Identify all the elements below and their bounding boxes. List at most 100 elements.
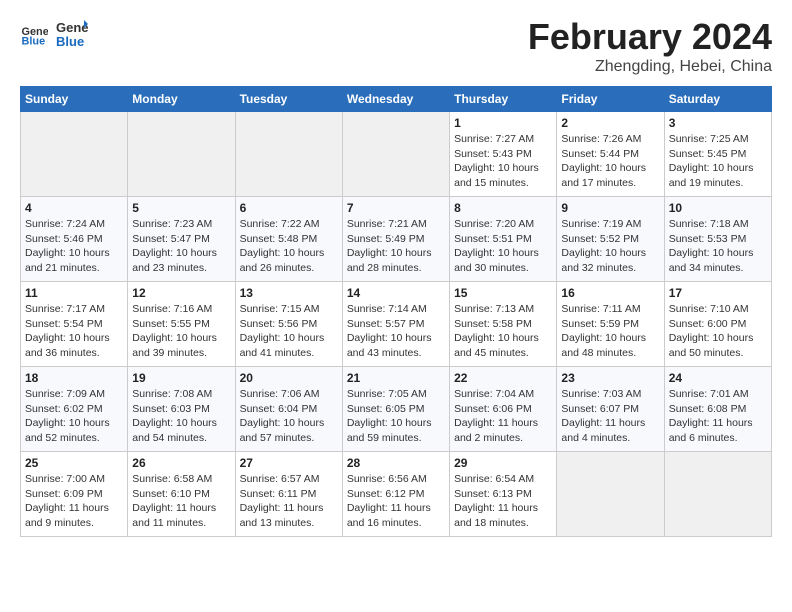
day-info: Sunrise: 7:24 AM Sunset: 5:46 PM Dayligh… [25,217,123,276]
day-info: Sunrise: 7:20 AM Sunset: 5:51 PM Dayligh… [454,217,552,276]
table-row: 1Sunrise: 7:27 AM Sunset: 5:43 PM Daylig… [450,112,557,197]
day-info: Sunrise: 7:21 AM Sunset: 5:49 PM Dayligh… [347,217,445,276]
subtitle: Zhengding, Hebei, China [528,58,772,76]
table-row: 20 Sunrise: 7:06 AM Sunset: 6:04 PM Dayli… [235,367,342,452]
main-title: February 2024 [528,16,772,58]
table-row: 9Sunrise: 7:19 AM Sunset: 5:52 PM Daylig… [557,197,664,282]
day-info: Sunrise: 7:18 AM Sunset: 5:53 PM Dayligh… [669,217,767,276]
day-number: 11 [25,286,123,300]
table-row: 23 Sunrise: 7:03 AM Sunset: 6:07 PM Dayli… [557,367,664,452]
calendar-week-row: 18 Sunrise: 7:09 AM Sunset: 6:02 PM Dayli… [21,367,772,452]
day-number: 23 [561,371,659,385]
day-info: Sunrise: 7:25 AM Sunset: 5:45 PM Dayligh… [669,132,767,191]
day-number: 18 [25,371,123,385]
day-number: 1 [454,116,552,130]
calendar-week-row: 11Sunrise: 7:17 AM Sunset: 5:54 PM Dayli… [21,282,772,367]
day-info: Sunrise: 7:16 AM Sunset: 5:55 PM Dayligh… [132,302,230,361]
table-row: 25 Sunrise: 7:00 AM Sunset: 6:09 PM Dayli… [21,452,128,537]
day-info: Sunrise: 7:05 AM Sunset: 6:05 PM Dayligh… [347,387,445,446]
day-info: Sunrise: 7:23 AM Sunset: 5:47 PM Dayligh… [132,217,230,276]
day-info: Sunrise: 7:03 AM Sunset: 6:07 PM Dayligh… [561,387,659,446]
day-number: 19 [132,371,230,385]
day-number: 2 [561,116,659,130]
day-info: Sunrise: 6:54 AM Sunset: 6:13 PM Dayligh… [454,472,552,531]
logo: General Blue General Blue [20,16,88,48]
day-info: Sunrise: 7:06 AM Sunset: 6:04 PM Dayligh… [240,387,338,446]
col-saturday: Saturday [664,87,771,112]
day-number: 26 [132,456,230,470]
day-number: 25 [25,456,123,470]
table-row: 8 Sunrise: 7:20 AM Sunset: 5:51 PM Daylig… [450,197,557,282]
day-number: 10 [669,201,767,215]
day-number: 20 [240,371,338,385]
day-number: 8 [454,201,552,215]
day-number: 7 [347,201,445,215]
header: General Blue General Blue February 2024 … [20,16,772,76]
day-number: 27 [240,456,338,470]
day-info: Sunrise: 7:11 AM Sunset: 5:59 PM Dayligh… [561,302,659,361]
svg-text:Blue: Blue [56,34,84,48]
day-number: 29 [454,456,552,470]
day-number: 4 [25,201,123,215]
table-row [21,112,128,197]
table-row: 16 Sunrise: 7:11 AM Sunset: 5:59 PM Dayli… [557,282,664,367]
table-row: 17 Sunrise: 7:10 AM Sunset: 6:00 PM Dayli… [664,282,771,367]
col-sunday: Sunday [21,87,128,112]
day-info: Sunrise: 7:08 AM Sunset: 6:03 PM Dayligh… [132,387,230,446]
day-info: Sunrise: 7:09 AM Sunset: 6:02 PM Dayligh… [25,387,123,446]
table-row: 26Sunrise: 6:58 AM Sunset: 6:10 PM Dayli… [128,452,235,537]
table-row: 22Sunrise: 7:04 AM Sunset: 6:06 PM Dayli… [450,367,557,452]
table-row: 3 Sunrise: 7:25 AM Sunset: 5:45 PM Daylig… [664,112,771,197]
table-row: 19 Sunrise: 7:08 AM Sunset: 6:03 PM Dayli… [128,367,235,452]
table-row [128,112,235,197]
day-number: 22 [454,371,552,385]
day-info: Sunrise: 7:00 AM Sunset: 6:09 PM Dayligh… [25,472,123,531]
day-info: Sunrise: 7:01 AM Sunset: 6:08 PM Dayligh… [669,387,767,446]
calendar-week-row: 4 Sunrise: 7:24 AM Sunset: 5:46 PM Daylig… [21,197,772,282]
table-row: 12 Sunrise: 7:16 AM Sunset: 5:55 PM Dayli… [128,282,235,367]
col-monday: Monday [128,87,235,112]
title-block: February 2024 Zhengding, Hebei, China [528,16,772,76]
table-row: 11Sunrise: 7:17 AM Sunset: 5:54 PM Dayli… [21,282,128,367]
col-friday: Friday [557,87,664,112]
table-row: 18 Sunrise: 7:09 AM Sunset: 6:02 PM Dayli… [21,367,128,452]
col-wednesday: Wednesday [342,87,449,112]
table-row: 5 Sunrise: 7:23 AM Sunset: 5:47 PM Daylig… [128,197,235,282]
table-row: 4 Sunrise: 7:24 AM Sunset: 5:46 PM Daylig… [21,197,128,282]
day-number: 6 [240,201,338,215]
table-row: 29 Sunrise: 6:54 AM Sunset: 6:13 PM Dayli… [450,452,557,537]
day-number: 5 [132,201,230,215]
day-number: 16 [561,286,659,300]
day-info: Sunrise: 7:22 AM Sunset: 5:48 PM Dayligh… [240,217,338,276]
logo-flag-icon: General Blue [56,16,88,48]
day-info: Sunrise: 6:57 AM Sunset: 6:11 PM Dayligh… [240,472,338,531]
calendar-header-row: Sunday Monday Tuesday Wednesday Thursday… [21,87,772,112]
table-row [557,452,664,537]
calendar-table: Sunday Monday Tuesday Wednesday Thursday… [20,86,772,537]
table-row: 24 Sunrise: 7:01 AM Sunset: 6:08 PM Dayli… [664,367,771,452]
logo-icon: General Blue [20,18,48,46]
table-row: 28Sunrise: 6:56 AM Sunset: 6:12 PM Dayli… [342,452,449,537]
table-row: 10 Sunrise: 7:18 AM Sunset: 5:53 PM Dayli… [664,197,771,282]
table-row: 2 Sunrise: 7:26 AM Sunset: 5:44 PM Daylig… [557,112,664,197]
day-info: Sunrise: 6:56 AM Sunset: 6:12 PM Dayligh… [347,472,445,531]
day-number: 21 [347,371,445,385]
day-info: Sunrise: 7:13 AM Sunset: 5:58 PM Dayligh… [454,302,552,361]
day-number: 13 [240,286,338,300]
page: General Blue General Blue February 2024 … [0,0,792,612]
table-row: 15Sunrise: 7:13 AM Sunset: 5:58 PM Dayli… [450,282,557,367]
table-row [664,452,771,537]
table-row: 7 Sunrise: 7:21 AM Sunset: 5:49 PM Daylig… [342,197,449,282]
table-row [342,112,449,197]
day-info: Sunrise: 7:19 AM Sunset: 5:52 PM Dayligh… [561,217,659,276]
day-number: 3 [669,116,767,130]
day-number: 14 [347,286,445,300]
day-info: Sunrise: 7:10 AM Sunset: 6:00 PM Dayligh… [669,302,767,361]
calendar-week-row: 1Sunrise: 7:27 AM Sunset: 5:43 PM Daylig… [21,112,772,197]
day-number: 17 [669,286,767,300]
day-info: Sunrise: 7:26 AM Sunset: 5:44 PM Dayligh… [561,132,659,191]
day-number: 12 [132,286,230,300]
table-row: 6 Sunrise: 7:22 AM Sunset: 5:48 PM Daylig… [235,197,342,282]
calendar-week-row: 25 Sunrise: 7:00 AM Sunset: 6:09 PM Dayli… [21,452,772,537]
day-number: 24 [669,371,767,385]
